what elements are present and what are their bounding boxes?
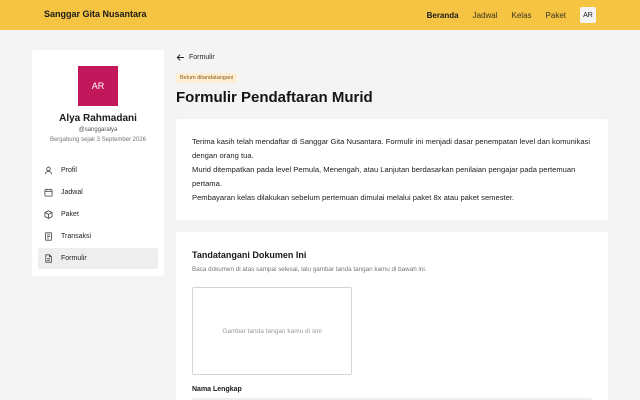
page-title: Formulir Pendaftaran Murid — [176, 89, 373, 106]
document-icon — [44, 254, 53, 263]
document-paragraph: Murid ditempatkan pada level Pemula, Men… — [192, 165, 576, 188]
brand-name[interactable]: Sanggar Gita Nusantara — [44, 9, 147, 19]
sidebar-item-label: Formulir — [61, 255, 87, 262]
main-nav: Beranda Jadwal Kelas Paket AR — [413, 0, 596, 30]
profile-handle: @sanggaralya — [78, 127, 118, 133]
document-content-card: Terima kasih telah mendaftar di Sanggar … — [176, 119, 608, 220]
document-paragraph: Pembayaran kelas dilakukan sebelum perte… — [192, 193, 515, 202]
signature-card: Tandatangani Dokumen Ini Baca dokumen di… — [176, 232, 608, 400]
sidebar-item-label: Transaksi — [61, 233, 92, 240]
back-link[interactable]: Formulir — [176, 53, 215, 62]
sidebar-item-paket[interactable]: Paket — [38, 204, 158, 225]
signature-title: Tandatangani Dokumen Ini — [192, 250, 307, 260]
top-navbar: Sanggar Gita Nusantara Beranda Jadwal Ke… — [0, 0, 640, 30]
sidebar-item-label: Paket — [61, 211, 79, 218]
package-icon — [44, 210, 53, 219]
profile-joined-date: Bergabung sejak 3 September 2026 — [49, 137, 147, 143]
user-icon — [44, 166, 53, 175]
profile-sidebar: AR Alya Rahmadani @sanggaralya Bergabung… — [32, 50, 164, 276]
sidebar-item-transaksi[interactable]: Transaksi — [38, 226, 158, 247]
back-link-label: Formulir — [189, 54, 215, 61]
nav-jadwal[interactable]: Jadwal — [473, 11, 498, 20]
sidebar-item-label: Jadwal — [61, 189, 83, 196]
arrow-left-icon — [176, 54, 184, 61]
sidebar-item-label: Profil — [61, 167, 77, 174]
status-badge: Belum ditandatangani — [176, 73, 238, 83]
sidebar-item-formulir[interactable]: Formulir — [38, 248, 158, 269]
user-avatar-button[interactable]: AR — [580, 7, 596, 23]
sidebar-menu: Profil Jadwal Paket Transaksi Formulir — [38, 160, 158, 270]
full-name-label: Nama Lengkap — [192, 386, 242, 393]
signature-pad[interactable]: Gambar tanda tangan kamu di sini — [192, 287, 352, 375]
sidebar-item-profil[interactable]: Profil — [38, 160, 158, 181]
sidebar-item-jadwal[interactable]: Jadwal — [38, 182, 158, 203]
nav-paket[interactable]: Paket — [546, 11, 566, 20]
calendar-icon — [44, 188, 53, 197]
nav-beranda[interactable]: Beranda — [427, 11, 459, 20]
signature-pad-placeholder: Gambar tanda tangan kamu di sini — [222, 327, 322, 335]
signature-description: Baca dokumen di atas sampai selesai, lal… — [192, 266, 427, 273]
profile-name: Alya Rahmadani — [59, 113, 137, 124]
receipt-icon — [44, 232, 53, 241]
document-paragraph: Terima kasih telah mendaftar di Sanggar … — [192, 137, 591, 160]
profile-avatar: AR — [78, 66, 118, 106]
nav-kelas[interactable]: Kelas — [512, 11, 532, 20]
